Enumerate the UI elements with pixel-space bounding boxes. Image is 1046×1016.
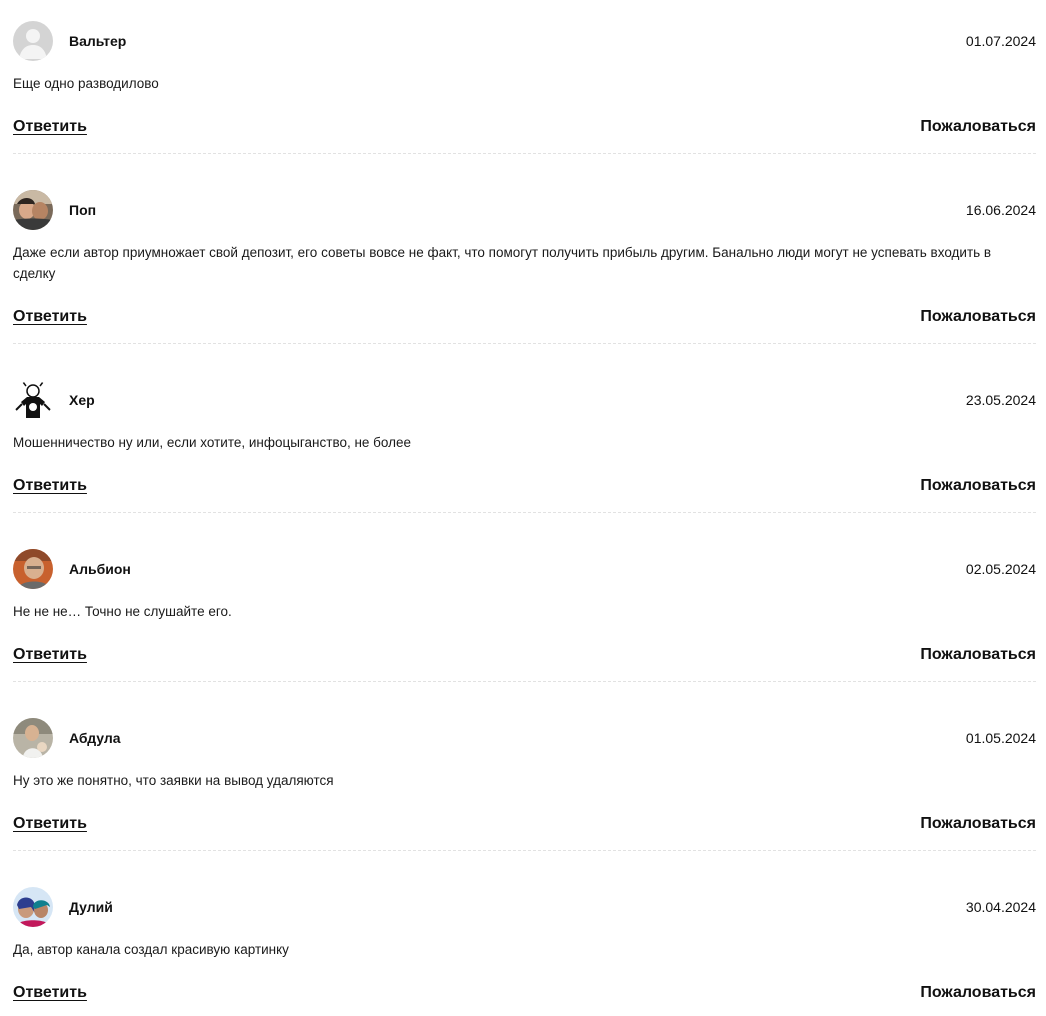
comment-date: 23.05.2024 (965, 392, 1036, 408)
user-photo-avatar (13, 549, 53, 589)
report-link[interactable]: Пожаловаться (920, 984, 1036, 1002)
report-link[interactable]: Пожаловаться (920, 815, 1036, 833)
divider (13, 343, 1036, 344)
divider (13, 512, 1036, 513)
reply-link[interactable]: Ответить (13, 308, 87, 326)
comment-date: 01.05.2024 (965, 730, 1036, 746)
comment-header: Альбион 02.05.2024 (13, 549, 1036, 589)
comment-text: Еще одно разводилово (13, 76, 159, 91)
divider (13, 153, 1036, 154)
comment-text: Ну это же понятно, что заявки на вывод у… (13, 773, 334, 788)
user-photo-avatar (13, 718, 53, 758)
comment-header: Хер 23.05.2024 (13, 380, 1036, 420)
reply-link[interactable]: Ответить (13, 118, 87, 136)
divider (13, 681, 1036, 682)
reply-link[interactable]: Ответить (13, 646, 87, 664)
comment-date: 16.06.2024 (965, 202, 1036, 218)
report-link[interactable]: Пожаловаться (920, 118, 1036, 136)
divider (13, 850, 1036, 851)
user-photo-avatar (13, 190, 53, 230)
comment-header: Вальтер 01.07.2024 (13, 21, 1036, 61)
default-user-icon (13, 21, 53, 61)
report-link[interactable]: Пожаловаться (920, 308, 1036, 326)
reply-link[interactable]: Ответить (13, 984, 87, 1002)
user-photo-avatar (13, 380, 53, 420)
comment-actions: Ответить Пожаловаться (13, 815, 1036, 837)
comment-text: Не не не… Точно не слушайте его. (13, 604, 232, 619)
comment-item: Хер 23.05.2024 Мошенничество ну или, есл… (13, 380, 1036, 513)
comment-author: Абдула (69, 730, 121, 746)
comment-date: 30.04.2024 (965, 899, 1036, 915)
comment-author: Хер (69, 392, 95, 408)
comment-text: Да, автор канала создал красивую картинк… (13, 942, 289, 957)
comment-author: Дулий (69, 899, 113, 915)
comment-item: Вальтер 01.07.2024 Еще одно разводилово … (13, 21, 1036, 154)
comment-header: Абдула 01.05.2024 (13, 718, 1036, 758)
comment-header: Дулий 30.04.2024 (13, 887, 1036, 927)
comment-item: Абдула 01.05.2024 Ну это же понятно, что… (13, 718, 1036, 851)
comment-date: 01.07.2024 (965, 33, 1036, 49)
comment-actions: Ответить Пожаловаться (13, 646, 1036, 668)
report-link[interactable]: Пожаловаться (920, 477, 1036, 495)
comment-author: Вальтер (69, 33, 127, 49)
reply-link[interactable]: Ответить (13, 815, 87, 833)
comment-item: Дулий 30.04.2024 Да, автор канала создал… (13, 887, 1036, 1005)
comment-header: Поп 16.06.2024 (13, 190, 1036, 230)
comment-date: 02.05.2024 (965, 561, 1036, 577)
comment-actions: Ответить Пожаловаться (13, 308, 1036, 330)
comment-item: Поп 16.06.2024 Даже если автор приумножа… (13, 190, 1036, 344)
comment-actions: Ответить Пожаловаться (13, 984, 1036, 1006)
comment-author: Альбион (69, 561, 131, 577)
comment-author: Поп (69, 202, 97, 218)
user-photo-avatar (13, 887, 53, 927)
comment-text: Даже если автор приумножает свой депозит… (13, 245, 992, 281)
comment-item: Альбион 02.05.2024 Не не не… Точно не сл… (13, 549, 1036, 682)
report-link[interactable]: Пожаловаться (920, 646, 1036, 664)
comment-actions: Ответить Пожаловаться (13, 118, 1036, 140)
comment-actions: Ответить Пожаловаться (13, 477, 1036, 499)
reply-link[interactable]: Ответить (13, 477, 87, 495)
comment-text: Мошенничество ну или, если хотите, инфоц… (13, 435, 412, 450)
